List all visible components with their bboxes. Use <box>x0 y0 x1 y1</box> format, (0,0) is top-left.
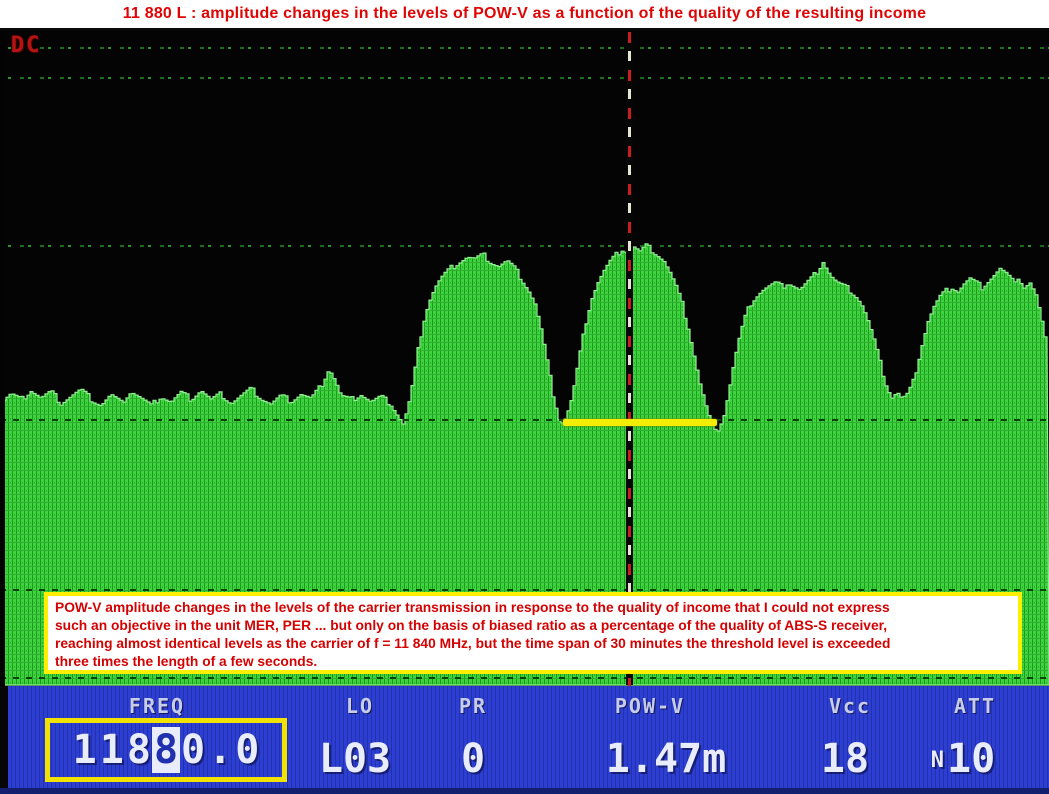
att-label: ATT <box>890 694 1049 718</box>
gridline <box>0 677 1049 679</box>
pow-v-label: POW-V <box>550 694 750 718</box>
status-bar-bottom-edge <box>0 788 1049 794</box>
att-value-prefix: N <box>931 748 944 773</box>
freq-digit: 1 <box>98 727 125 773</box>
att-value-number: 10 <box>947 736 995 782</box>
lo-value: L03 <box>300 736 410 782</box>
annotation-line: such an objective in the unit MER, PER .… <box>55 617 1011 635</box>
freq-digit: 8 <box>125 727 152 773</box>
status-bar: FREQ 11880.0 LO L03 PR 0 POW-V 1.47m Vcc… <box>0 686 1049 794</box>
pr-label: PR <box>425 694 521 718</box>
freq-digit: 0 <box>234 727 261 773</box>
freq-digit: . <box>207 727 234 773</box>
pr-value: 0 <box>425 736 521 782</box>
freq-value[interactable]: 11880.0 <box>71 727 261 773</box>
status-bar-left-edge <box>0 686 8 794</box>
att-value: N10 <box>878 736 1048 782</box>
marker-cursor-line[interactable] <box>626 30 633 685</box>
freq-value-box[interactable]: 11880.0 <box>45 718 287 782</box>
meter-screen: 11 880 L : amplitude changes in the leve… <box>0 0 1049 794</box>
spectrum-trace <box>0 0 1049 794</box>
pow-v-value: 1.47m <box>566 736 766 782</box>
freq-digit: 1 <box>71 727 98 773</box>
gridline <box>0 589 1049 591</box>
gridline <box>0 419 1049 421</box>
freq-label: FREQ <box>57 694 257 718</box>
annotation-line: three times the length of a few seconds. <box>55 653 1011 671</box>
lo-label: LO <box>310 694 410 718</box>
screen-left-edge <box>0 30 5 686</box>
freq-cursor-digit: 8 <box>152 727 179 773</box>
annotation-line: POW-V amplitude changes in the levels of… <box>55 599 1011 617</box>
annotation-box: POW-V amplitude changes in the levels of… <box>44 592 1022 674</box>
freq-digit: 0 <box>180 727 207 773</box>
marker-dash-pattern <box>628 32 631 687</box>
reference-level-line <box>563 419 717 426</box>
dc-mode-indicator: DC <box>11 33 42 58</box>
annotation-line: reaching almost identical levels as the … <box>55 635 1011 653</box>
